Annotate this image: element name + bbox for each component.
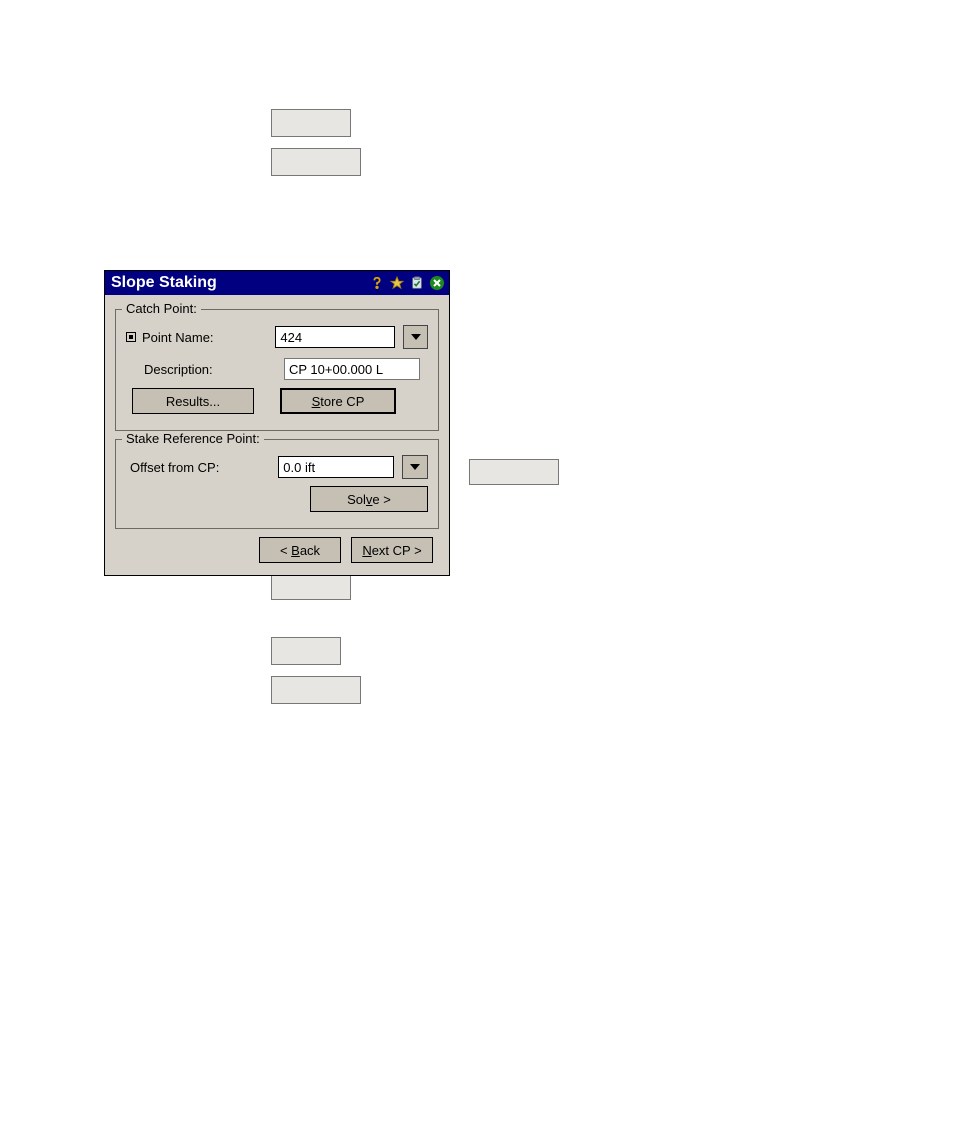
ghost-button-3 xyxy=(469,459,559,485)
clipboard-icon[interactable] xyxy=(409,275,425,291)
offset-input[interactable] xyxy=(278,456,394,478)
solve-button[interactable]: Solve > xyxy=(310,486,428,512)
results-button[interactable]: Results... xyxy=(132,388,254,414)
point-name-input[interactable] xyxy=(275,326,395,348)
ghost-button-5 xyxy=(271,637,341,665)
ghost-button-1 xyxy=(271,109,351,137)
description-input[interactable] xyxy=(284,358,420,380)
close-icon[interactable] xyxy=(429,275,445,291)
stake-reference-group: Stake Reference Point: Offset from CP: S… xyxy=(115,439,439,529)
help-icon[interactable] xyxy=(369,275,385,291)
point-name-toggle-icon[interactable] xyxy=(126,332,136,342)
titlebar: Slope Staking xyxy=(105,271,449,295)
dialog-footer: < Back Next CP > xyxy=(111,537,443,567)
catch-point-legend: Catch Point: xyxy=(122,301,201,316)
next-cp-button[interactable]: Next CP > xyxy=(351,537,433,563)
ghost-button-4 xyxy=(271,572,351,600)
slope-staking-dialog: Slope Staking Catch Point: xyxy=(104,270,450,576)
back-button[interactable]: < Back xyxy=(259,537,341,563)
stake-reference-legend: Stake Reference Point: xyxy=(122,431,264,446)
dialog-title: Slope Staking xyxy=(111,274,369,292)
store-cp-button[interactable]: Store CP xyxy=(280,388,396,414)
ghost-button-2 xyxy=(271,148,361,176)
star-icon[interactable] xyxy=(389,275,405,291)
offset-dropdown-button[interactable] xyxy=(402,455,428,479)
description-label: Description: xyxy=(144,362,213,377)
results-button-label: Results... xyxy=(166,394,220,409)
ghost-button-6 xyxy=(271,676,361,704)
offset-label: Offset from CP: xyxy=(130,460,219,475)
catch-point-group: Catch Point: Point Name: Description: xyxy=(115,309,439,431)
point-name-dropdown-button[interactable] xyxy=(403,325,428,349)
point-name-label: Point Name: xyxy=(142,330,214,345)
